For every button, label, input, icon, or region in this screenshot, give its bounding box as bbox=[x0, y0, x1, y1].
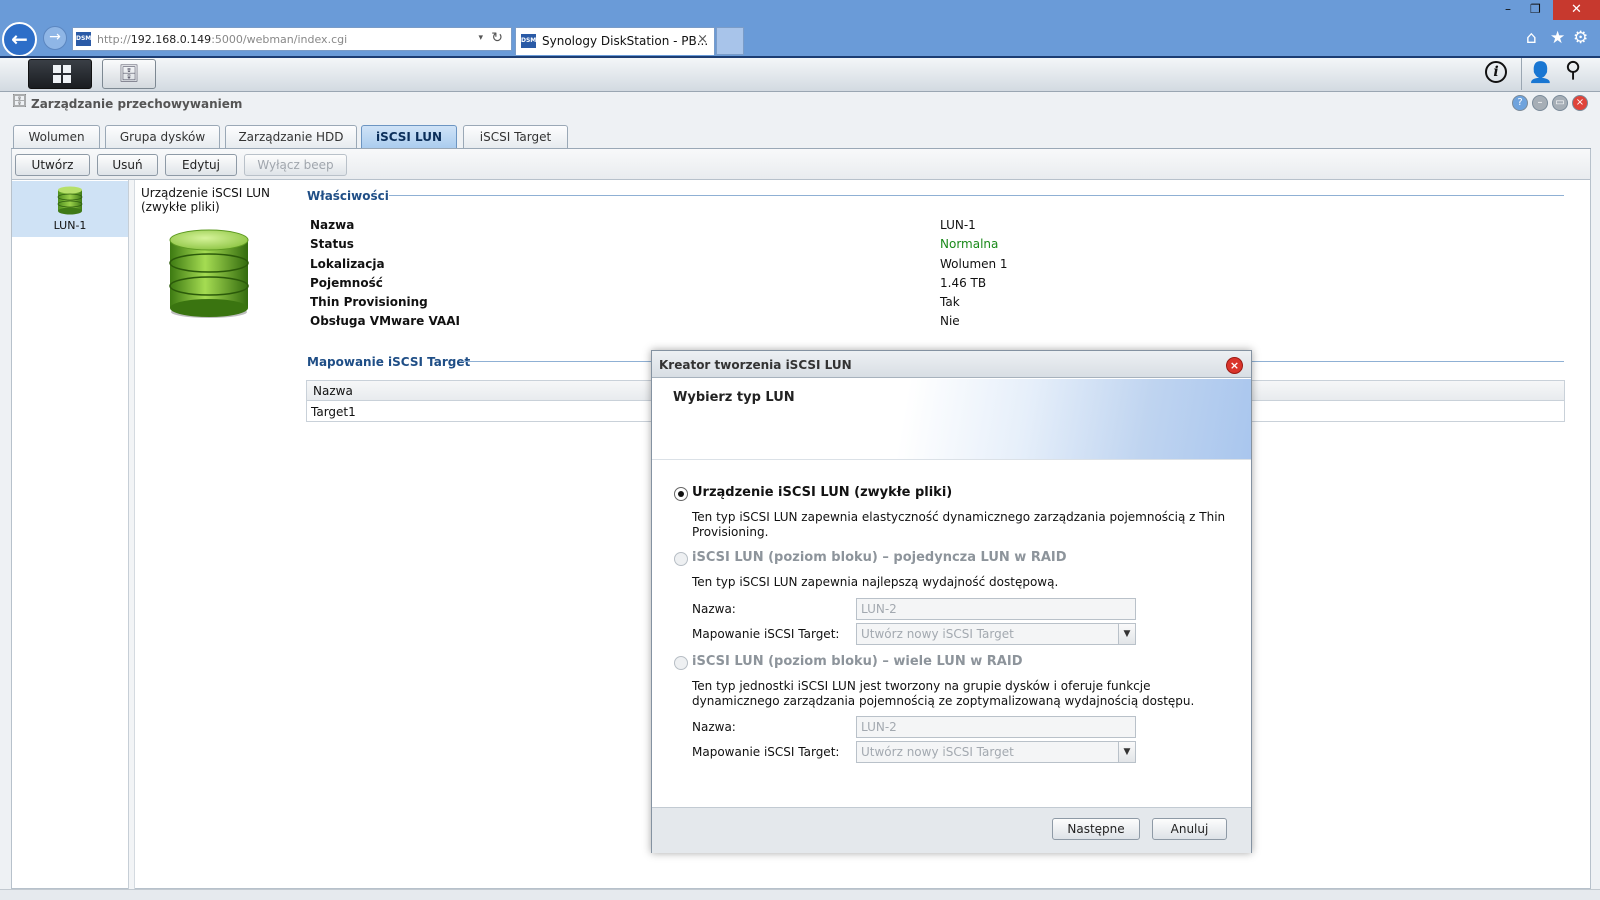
forward-arrow-icon[interactable]: → bbox=[43, 26, 67, 50]
tab-iscsi-lun[interactable]: iSCSI LUN bbox=[361, 125, 457, 149]
app-title: Zarządzanie przechowywaniem bbox=[31, 97, 243, 111]
single-lun-name-input[interactable]: LUN-2 bbox=[856, 598, 1136, 620]
dsm-taskbar bbox=[0, 56, 1600, 92]
url-host: 192.168.0.149 bbox=[130, 33, 212, 46]
dsm-favicon-icon: DSM bbox=[76, 32, 91, 46]
grid-tile-icon bbox=[53, 75, 61, 83]
dsm-favicon-icon: DSM bbox=[521, 34, 536, 48]
option-block-multi-lun-label[interactable]: iSCSI LUN (poziom bloku) – wiele LUN w R… bbox=[692, 654, 1023, 669]
mapping-table-row[interactable]: Target1 bbox=[311, 405, 356, 419]
wizard-step-title: Wybierz typ LUN bbox=[673, 390, 795, 405]
property-key-thin-provisioning: Thin Provisioning bbox=[310, 295, 428, 309]
disable-beep-button[interactable]: Wyłącz beep bbox=[244, 154, 347, 176]
single-lun-mapping-label: Mapowanie iSCSI Target: bbox=[692, 627, 840, 641]
storage-manager-icon: 🗄 bbox=[118, 64, 140, 84]
info-icon[interactable]: i bbox=[1485, 61, 1507, 83]
lun-list bbox=[11, 180, 129, 889]
radio-block-multi-lun[interactable] bbox=[674, 656, 688, 670]
dialog-title: Kreator tworzenia iSCSI LUN bbox=[659, 358, 852, 372]
main-menu-button[interactable] bbox=[28, 59, 92, 89]
dialog-close-icon[interactable]: × bbox=[1226, 357, 1243, 374]
property-key-location: Lokalizacja bbox=[310, 257, 385, 271]
property-value-thin-provisioning: Tak bbox=[940, 295, 960, 309]
radio-block-single-lun[interactable] bbox=[674, 552, 688, 566]
option-block-single-lun-label[interactable]: iSCSI LUN (poziom bloku) – pojedyncza LU… bbox=[692, 550, 1067, 565]
home-icon[interactable]: ⌂ bbox=[1526, 28, 1537, 48]
minimize-window-icon[interactable]: – bbox=[1505, 2, 1511, 16]
maximize-window-icon[interactable]: ❐ bbox=[1530, 2, 1541, 16]
panel-splitter[interactable] bbox=[129, 180, 135, 889]
single-lun-mapping-select[interactable]: Utwórz nowy iSCSI Target ▼ bbox=[856, 623, 1136, 645]
address-url: http://192.168.0.149:5000/webman/index.c… bbox=[97, 33, 347, 46]
search-icon[interactable]: ⚲ bbox=[1565, 58, 1581, 83]
option-file-lun-description: Ten typ iSCSI LUN zapewnia elastyczność … bbox=[692, 510, 1226, 539]
app-maximize-icon[interactable]: ▭ bbox=[1552, 95, 1568, 111]
properties-section-title: Właściwości bbox=[307, 189, 389, 203]
option-block-single-lun-description: Ten typ iSCSI LUN zapewnia najlepszą wyd… bbox=[692, 575, 1059, 589]
multi-lun-mapping-label: Mapowanie iSCSI Target: bbox=[692, 745, 840, 759]
property-key-name: Nazwa bbox=[310, 218, 355, 232]
back-arrow-icon[interactable]: ← bbox=[2, 22, 37, 57]
dialog-banner-divider bbox=[652, 459, 1251, 460]
cancel-button[interactable]: Anuluj bbox=[1152, 818, 1227, 840]
app-minimize-icon[interactable]: – bbox=[1532, 95, 1548, 111]
edit-button[interactable]: Edytuj bbox=[165, 154, 237, 176]
address-bar[interactable]: DSM http://192.168.0.149:5000/webman/ind… bbox=[72, 27, 512, 51]
multi-lun-mapping-select[interactable]: Utwórz nowy iSCSI Target ▼ bbox=[856, 741, 1136, 763]
tab-wolumen[interactable]: Wolumen bbox=[13, 125, 100, 149]
property-value-status: Normalna bbox=[940, 237, 999, 251]
app-close-icon[interactable]: × bbox=[1572, 95, 1588, 111]
properties-section-divider bbox=[389, 195, 1564, 196]
browser-tab[interactable]: DSM Synology DiskStation - PB... × bbox=[515, 27, 715, 55]
chevron-down-icon[interactable]: ▼ bbox=[1118, 742, 1135, 762]
grid-tile-icon bbox=[53, 65, 61, 73]
single-lun-name-label: Nazwa: bbox=[692, 602, 736, 616]
property-value-capacity: 1.46 TB bbox=[940, 276, 987, 290]
tab-zarzadzanie-hdd[interactable]: Zarządzanie HDD bbox=[225, 125, 357, 149]
grid-tile-icon bbox=[63, 65, 71, 73]
address-dropdown-icon[interactable]: ▾ bbox=[478, 33, 483, 43]
property-key-status: Status bbox=[310, 237, 354, 251]
favorites-star-icon[interactable]: ★ bbox=[1550, 28, 1565, 48]
multi-lun-mapping-value: Utwórz nowy iSCSI Target bbox=[861, 745, 1014, 759]
tab-iscsi-target[interactable]: iSCSI Target bbox=[463, 125, 568, 149]
chevron-down-icon[interactable]: ▼ bbox=[1118, 624, 1135, 644]
mapping-column-name[interactable]: Nazwa bbox=[313, 384, 353, 398]
lun-database-large-icon bbox=[169, 229, 249, 318]
property-key-vaai: Obsługa VMware VAAI bbox=[310, 314, 460, 328]
url-rest: :5000/webman/index.cgi bbox=[211, 33, 348, 46]
new-tab-button[interactable] bbox=[716, 27, 744, 55]
option-block-multi-lun-description: Ten typ jednostki iSCSI LUN jest tworzon… bbox=[692, 679, 1195, 708]
property-value-vaai: Nie bbox=[940, 314, 960, 328]
close-tab-icon[interactable]: × bbox=[697, 32, 708, 47]
lun-type-label: Urządzenie iSCSI LUN (zwykłe pliki) bbox=[141, 186, 270, 214]
delete-button[interactable]: Usuń bbox=[97, 154, 158, 176]
refresh-icon[interactable]: ↻ bbox=[491, 30, 503, 46]
property-value-location: Wolumen 1 bbox=[940, 257, 1008, 271]
grid-tile-icon bbox=[63, 75, 71, 83]
url-prefix: http:// bbox=[97, 33, 131, 46]
option-file-lun-label[interactable]: Urządzenie iSCSI LUN (zwykłe pliki) bbox=[692, 485, 952, 500]
lun-database-icon bbox=[57, 186, 83, 215]
status-strip bbox=[0, 889, 1600, 900]
property-key-capacity: Pojemność bbox=[310, 276, 383, 290]
single-lun-mapping-value: Utwórz nowy iSCSI Target bbox=[861, 627, 1014, 641]
create-button[interactable]: Utwórz bbox=[15, 154, 90, 176]
mapping-section-title: Mapowanie iSCSI Target bbox=[307, 355, 471, 369]
radio-file-lun[interactable] bbox=[674, 487, 688, 501]
next-button[interactable]: Następne bbox=[1052, 818, 1140, 840]
storage-manager-taskbar-button[interactable]: 🗄 bbox=[102, 59, 156, 89]
help-icon[interactable]: ? bbox=[1512, 95, 1528, 111]
storage-manager-icon: 🗄 bbox=[11, 94, 28, 109]
browser-tab-title: Synology DiskStation - PB... bbox=[542, 34, 709, 48]
close-window-icon[interactable]: ✕ bbox=[1553, 0, 1600, 20]
taskbar-divider bbox=[1521, 58, 1522, 90]
lun-item-label: LUN-1 bbox=[53, 219, 87, 232]
tab-grupa-dyskow[interactable]: Grupa dysków bbox=[105, 125, 220, 149]
multi-lun-name-label: Nazwa: bbox=[692, 720, 736, 734]
user-icon[interactable]: 👤 bbox=[1528, 60, 1553, 84]
settings-gear-icon[interactable]: ⚙ bbox=[1573, 28, 1588, 48]
property-value-name: LUN-1 bbox=[940, 218, 976, 232]
multi-lun-name-input[interactable]: LUN-2 bbox=[856, 716, 1136, 738]
